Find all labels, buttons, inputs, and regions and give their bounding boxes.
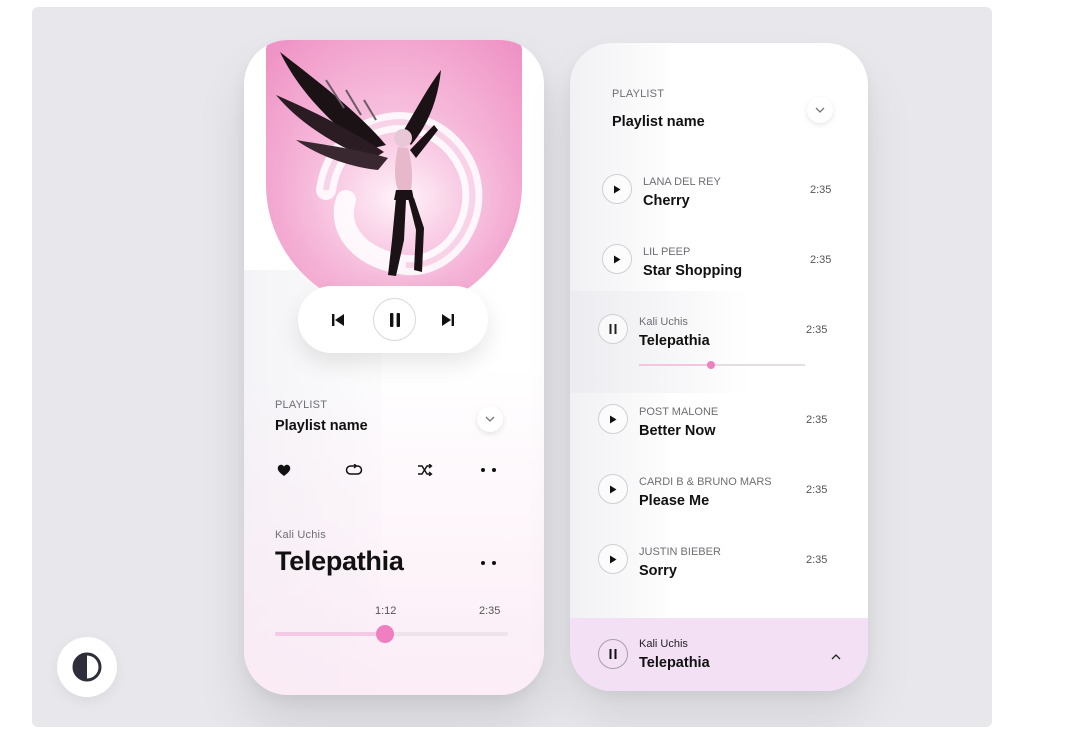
mini-player[interactable]: Kali Uchis Telepathia	[570, 618, 868, 691]
play-icon	[614, 185, 621, 193]
play-icon	[610, 555, 617, 563]
song-row[interactable]: POST MALONE Better Now 2:35	[570, 398, 868, 448]
progress-knob[interactable]	[375, 625, 394, 643]
playlist-name: Playlist name	[612, 114, 705, 130]
song-play-button[interactable]	[598, 544, 628, 574]
song-artist: Kali Uchis	[639, 316, 688, 328]
song-title: Telepathia	[639, 333, 710, 349]
playlist-screen: PLAYLIST Playlist name LANA DEL REY Cherr…	[570, 43, 868, 691]
total-time: 2:35	[479, 605, 501, 617]
contrast-icon	[72, 652, 102, 682]
playlist-collapse-button[interactable]	[807, 97, 833, 123]
song-play-button[interactable]	[602, 244, 632, 274]
pause-icon	[609, 649, 617, 659]
song-duration: 2:35	[810, 254, 832, 266]
theme-toggle-button[interactable]	[57, 637, 117, 697]
mini-player-artist: Kali Uchis	[639, 638, 688, 650]
album-art-illustration	[276, 52, 521, 280]
song-title: Star Shopping	[643, 263, 743, 279]
next-icon[interactable]	[430, 286, 466, 353]
song-artist: POST MALONE	[639, 406, 719, 418]
progress-slider[interactable]	[275, 625, 508, 643]
song-artist: LIL PEEP	[643, 246, 691, 258]
song-more-icon[interactable]	[481, 561, 496, 565]
repeat-icon[interactable]	[345, 460, 363, 480]
song-title: Please Me	[639, 493, 710, 509]
active-song-progress-fill	[639, 364, 711, 366]
song-duration: 2:35	[806, 414, 828, 426]
shuffle-icon[interactable]	[417, 460, 433, 480]
mini-player-title: Telepathia	[639, 655, 710, 671]
song-artist: CARDI B & BRUNO MARS	[639, 476, 772, 488]
chevron-down-icon	[815, 107, 825, 113]
now-playing-artist: Kali Uchis	[275, 529, 326, 541]
playlist-expand-button[interactable]	[477, 406, 503, 432]
now-playing-title: Telepathia	[275, 546, 404, 576]
pause-icon	[609, 324, 617, 334]
action-icons	[275, 460, 503, 480]
play-icon	[614, 255, 621, 263]
chevron-down-icon	[485, 416, 495, 422]
playlist-label: PLAYLIST	[612, 88, 665, 100]
song-row[interactable]: LANA DEL REY Cherry 2:35	[570, 168, 868, 218]
pause-icon	[389, 312, 400, 327]
song-play-button[interactable]	[602, 174, 632, 204]
playlist-name: Playlist name	[275, 418, 368, 434]
song-row-active[interactable]: Kali Uchis Telepathia 2:35	[570, 308, 868, 358]
song-artist: LANA DEL REY	[643, 176, 721, 188]
chevron-up-icon[interactable]	[831, 647, 841, 665]
song-duration: 2:35	[806, 554, 828, 566]
progress-fill	[275, 632, 385, 636]
active-song-progress-knob[interactable]	[707, 361, 715, 369]
song-row[interactable]: CARDI B & BRUNO MARS Please Me 2:35	[570, 468, 868, 518]
song-artist: JUSTIN BIEBER	[639, 546, 721, 558]
song-title: Cherry	[643, 193, 690, 209]
play-icon	[610, 485, 617, 493]
song-row[interactable]: JUSTIN BIEBER Sorry 2:35	[570, 538, 868, 588]
mini-pause-button[interactable]	[598, 639, 628, 669]
current-time: 1:12	[375, 605, 397, 617]
player-screen: PLAYLIST Playlist name Kali Uchis Telepa…	[244, 40, 544, 695]
song-pause-button[interactable]	[598, 314, 628, 344]
play-icon	[610, 415, 617, 423]
song-play-button[interactable]	[598, 474, 628, 504]
pause-button[interactable]	[373, 298, 416, 341]
heart-icon[interactable]	[277, 460, 291, 480]
song-row[interactable]: LIL PEEP Star Shopping 2:35	[570, 238, 868, 288]
playback-controls	[298, 286, 488, 353]
song-duration: 2:35	[810, 184, 832, 196]
song-title: Sorry	[639, 563, 677, 579]
more-icon[interactable]	[481, 460, 496, 480]
playlist-label: PLAYLIST	[275, 399, 328, 411]
song-duration: 2:35	[806, 484, 828, 496]
previous-icon[interactable]	[320, 286, 356, 353]
song-play-button[interactable]	[598, 404, 628, 434]
song-duration: 2:35	[806, 324, 828, 336]
song-title: Better Now	[639, 423, 716, 439]
active-song-progress[interactable]	[639, 361, 805, 369]
canvas-background: PLAYLIST Playlist name Kali Uchis Telepa…	[32, 7, 992, 727]
album-cover-image	[266, 40, 522, 312]
